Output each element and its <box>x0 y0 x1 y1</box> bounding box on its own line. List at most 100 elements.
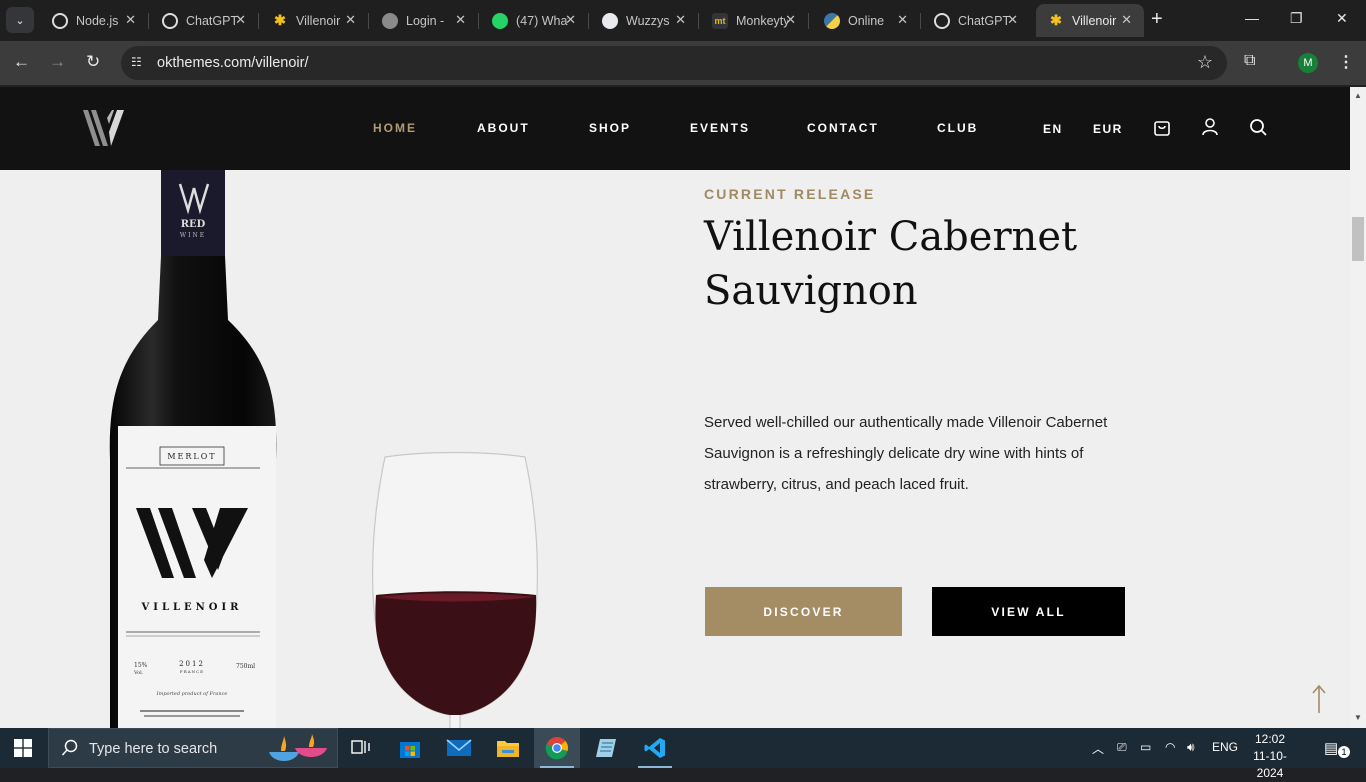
nav-home[interactable]: HOME <box>373 121 417 135</box>
browser-tab[interactable]: ChatGPT ✕ <box>150 4 259 37</box>
extensions-icon[interactable]: ⧉ <box>1244 52 1264 72</box>
browser-tab[interactable]: (47) WhatsApp ✕ <box>480 4 589 37</box>
taskbar-microsoft-store[interactable] <box>387 728 433 768</box>
meet-now-icon[interactable]: ⎚ <box>1117 740 1127 755</box>
browser-tab[interactable]: Login - ✕ <box>370 4 479 37</box>
close-window-icon[interactable]: ✕ <box>1336 10 1348 27</box>
url-text[interactable]: okthemes.com/villenoir/ <box>157 55 309 71</box>
user-account-icon[interactable] <box>1200 117 1220 137</box>
close-tab-icon[interactable]: ✕ <box>785 12 796 28</box>
bookmark-star-icon[interactable]: ☆ <box>1197 52 1213 73</box>
close-tab-icon[interactable]: ✕ <box>235 12 246 28</box>
wifi-icon[interactable]: ◠ <box>1165 740 1175 754</box>
openai-icon <box>934 12 950 29</box>
close-tab-icon[interactable]: ✕ <box>675 12 686 28</box>
browser-tab[interactable]: mt Monkeytype ✕ <box>700 4 809 37</box>
language-switcher[interactable]: EN <box>1043 122 1063 136</box>
product-description: Served well-chilled our authentically ma… <box>704 414 1108 493</box>
back-icon[interactable]: ← <box>13 52 30 72</box>
shopping-bag-icon[interactable] <box>1152 117 1172 137</box>
close-tab-icon[interactable]: ✕ <box>565 12 576 28</box>
restore-icon[interactable]: ❐ <box>1290 10 1303 27</box>
scroll-to-top-icon[interactable] <box>1310 684 1328 714</box>
taskbar-search[interactable]: Type here to search <box>48 728 338 768</box>
volume-icon[interactable]: 🔊︎ <box>1187 740 1195 755</box>
show-hidden-icons-chevron[interactable]: ︿ <box>1092 740 1104 757</box>
close-tab-icon[interactable]: ✕ <box>1121 12 1132 28</box>
bottle-label-imported: Imported product of France <box>156 691 228 697</box>
scroll-up-arrow-icon[interactable]: ▲ <box>1354 91 1362 100</box>
profile-avatar[interactable]: M <box>1298 53 1318 73</box>
tab-search-button[interactable]: ⌄ <box>6 7 34 33</box>
browser-menu-icon[interactable]: ⋮ <box>1338 52 1354 72</box>
taskbar-chrome[interactable] <box>534 728 580 768</box>
taskbar-notes-app[interactable] <box>583 728 629 768</box>
whatsapp-icon <box>492 12 508 29</box>
windows-taskbar: Type here to search ︿ ⎚ ▭ ◠ 🔊︎ ENG 12:02… <box>0 728 1366 780</box>
close-tab-icon[interactable]: ✕ <box>455 12 466 28</box>
monkeytype-icon: mt <box>712 12 728 29</box>
browser-tab[interactable]: Wuzzys ✕ <box>590 4 699 37</box>
currency-switcher[interactable]: EUR <box>1093 122 1123 136</box>
minimize-icon[interactable]: — <box>1245 10 1259 26</box>
clock-time: 12:02 <box>1254 732 1286 746</box>
taskbar-mail[interactable] <box>436 728 482 768</box>
bottle-label-brand: VILLENOIR <box>141 602 243 613</box>
nav-contact[interactable]: CONTACT <box>807 121 879 135</box>
openai-icon <box>162 12 178 29</box>
notification-center-icon[interactable]: ▤ <box>1324 739 1338 757</box>
vscode-icon <box>644 738 665 758</box>
scroll-down-arrow-icon[interactable]: ▼ <box>1354 713 1362 722</box>
browser-tab[interactable]: Online ✕ <box>812 4 921 37</box>
clock-date: 11-10-2024 <box>1253 749 1287 780</box>
forward-icon[interactable]: → <box>49 52 66 72</box>
villenoir-logo[interactable] <box>81 108 133 148</box>
bottle-capsule-line2: WINE <box>180 232 206 239</box>
search-icon[interactable] <box>1248 117 1268 137</box>
nav-events[interactable]: EVENTS <box>690 121 750 135</box>
bottle-capsule-line1: RED <box>181 219 206 230</box>
browser-tab[interactable]: ✱ Villenoir ✕ <box>260 4 369 37</box>
browser-tab-strip: ⌄ Node.js ✕ ChatGPT ✕ ✱ Villenoir ✕ Logi… <box>0 0 1366 41</box>
reload-icon[interactable]: ↻ <box>86 52 100 72</box>
nav-club[interactable]: CLUB <box>937 121 978 135</box>
close-tab-icon[interactable]: ✕ <box>345 12 356 28</box>
globe-icon <box>382 12 398 29</box>
site-settings-icon[interactable]: ☷ <box>131 55 147 71</box>
diya-lamps-icon <box>269 734 327 761</box>
system-clock[interactable]: 12:02 11-10-2024 <box>1245 731 1295 782</box>
scrollbar-thumb[interactable] <box>1352 217 1364 261</box>
nav-about[interactable]: ABOUT <box>477 121 530 135</box>
windows-start-icon[interactable] <box>14 739 32 757</box>
task-view-icon <box>351 740 370 754</box>
hero-eyebrow: CURRENT RELEASE <box>704 186 876 202</box>
address-bar[interactable]: ☷ okthemes.com/villenoir/ ☆ <box>121 46 1227 80</box>
wine-bottle-image: RED WINE MERLOT VILLENOIR 15% Vol. 2012 … <box>109 170 277 728</box>
bottle-label-volume: 750ml <box>236 663 255 670</box>
mail-icon <box>446 739 472 756</box>
microsoft-store-icon <box>400 742 420 758</box>
browser-toolbar: ← → ↻ ☷ okthemes.com/villenoir/ ☆ <box>0 41 1366 85</box>
task-view-button[interactable] <box>338 728 384 768</box>
discover-button[interactable]: DISCOVER <box>705 587 902 636</box>
taskbar-search-placeholder: Type here to search <box>89 741 218 757</box>
chrome-icon <box>545 737 568 760</box>
input-language-indicator[interactable]: ENG <box>1212 740 1238 754</box>
browser-tab-active[interactable]: ✱ Villenoir ✕ <box>1036 4 1144 37</box>
wine-glass-image <box>372 451 538 728</box>
taskbar-file-explorer[interactable] <box>485 728 531 768</box>
ok-icon: ✱ <box>274 12 286 28</box>
browser-tab[interactable]: Node.js ✕ <box>40 4 149 37</box>
new-tab-button[interactable]: + <box>1151 9 1163 29</box>
nav-shop[interactable]: SHOP <box>589 121 631 135</box>
view-all-button[interactable]: VIEW ALL <box>932 587 1125 636</box>
page-scrollbar[interactable]: ▲ ▼ <box>1350 87 1366 728</box>
bottle-label-country: FRANCE <box>180 669 204 674</box>
battery-icon[interactable]: ▭ <box>1140 740 1151 754</box>
bottle-label-year: 2012 <box>179 660 205 668</box>
close-tab-icon[interactable]: ✕ <box>1007 12 1018 28</box>
close-tab-icon[interactable]: ✕ <box>897 12 908 28</box>
browser-tab[interactable]: ChatGPT ✕ <box>922 4 1030 37</box>
taskbar-vscode[interactable] <box>632 728 678 768</box>
close-tab-icon[interactable]: ✕ <box>125 12 136 28</box>
